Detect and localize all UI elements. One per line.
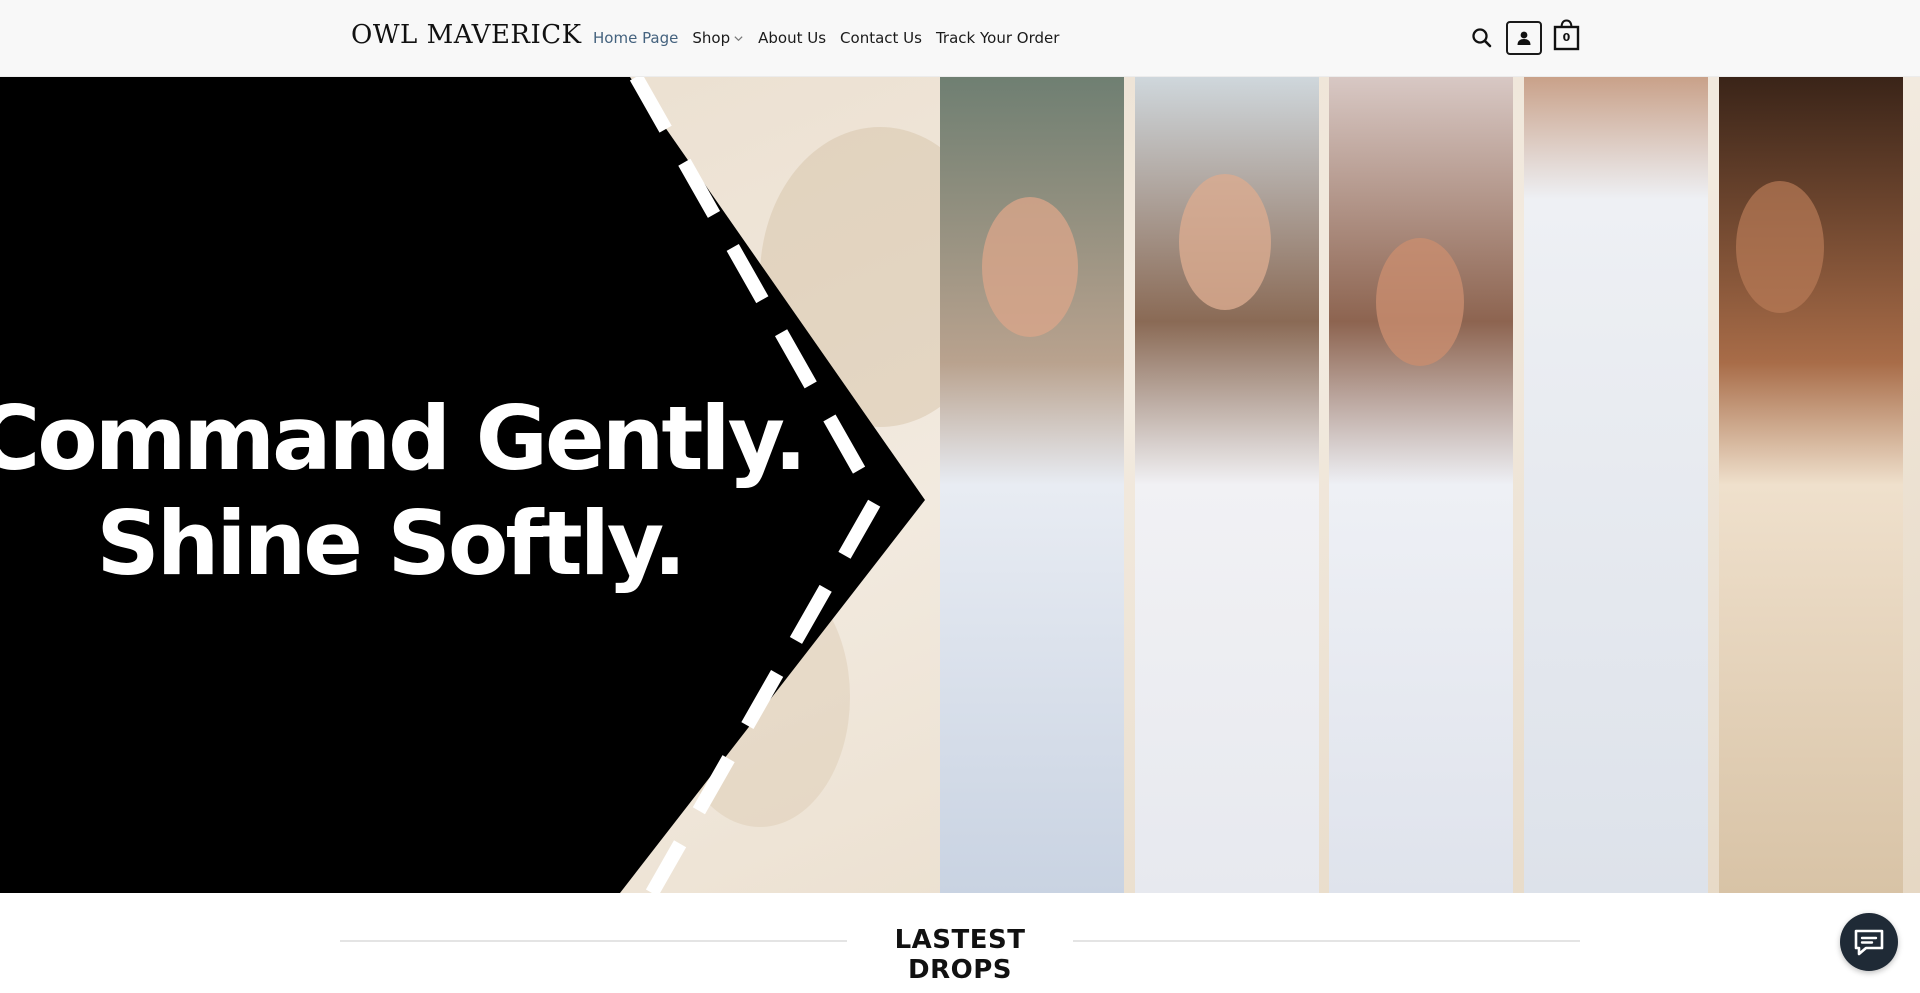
nav-contact-us[interactable]: Contact Us: [840, 28, 922, 48]
main-nav: Home Page Shop About Us Contact Us Track…: [593, 28, 1059, 48]
nav-about-us[interactable]: About Us: [758, 28, 826, 48]
chevron-down-icon: [734, 35, 743, 41]
nav-track-order[interactable]: Track Your Order: [936, 28, 1059, 48]
search-icon: [1472, 28, 1492, 48]
user-icon: [1517, 31, 1531, 45]
hero-headline-line2: Shine Softly.: [96, 492, 686, 595]
chat-button[interactable]: [1840, 913, 1898, 971]
nav-shop[interactable]: Shop: [692, 28, 744, 48]
cart-count-badge: 0: [1562, 31, 1571, 44]
section-title: LASTEST DROPS: [894, 925, 1026, 985]
divider-right: [1073, 940, 1580, 942]
nav-shop-label: Shop: [692, 29, 731, 47]
latest-drops-section: LASTEST DROPS: [340, 920, 1580, 985]
search-button[interactable]: [1471, 27, 1493, 49]
site-header: OWL MAVERICK Home Page Shop About Us Con…: [0, 0, 1920, 77]
hero-banner[interactable]: Command Gently. Shine Softly.: [0, 77, 1920, 893]
divider-left: [340, 940, 847, 942]
hero-headline-line1: Command Gently.: [0, 387, 807, 490]
cart-button[interactable]: 0: [1553, 18, 1580, 52]
site-logo[interactable]: OWL MAVERICK: [351, 20, 582, 50]
nav-home-page[interactable]: Home Page: [593, 28, 678, 48]
chat-icon: [1854, 929, 1884, 956]
account-button[interactable]: [1506, 21, 1542, 55]
